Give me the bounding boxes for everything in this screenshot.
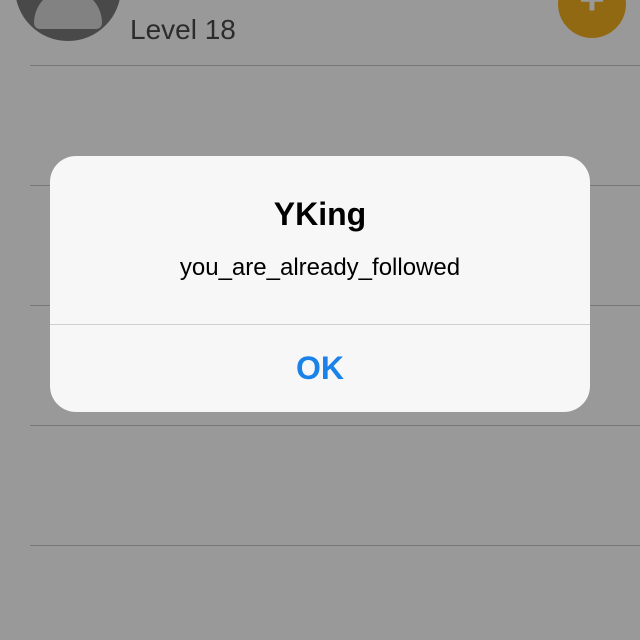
ok-button[interactable]: OK xyxy=(50,325,590,412)
alert-title: YKing xyxy=(273,196,367,232)
screen: Level 18 + YKing you_are_already_followe… xyxy=(0,0,640,640)
alert-dialog: YKing you_are_already_followed OK xyxy=(50,156,590,412)
alert-message: you_are_already_followed xyxy=(179,254,461,281)
